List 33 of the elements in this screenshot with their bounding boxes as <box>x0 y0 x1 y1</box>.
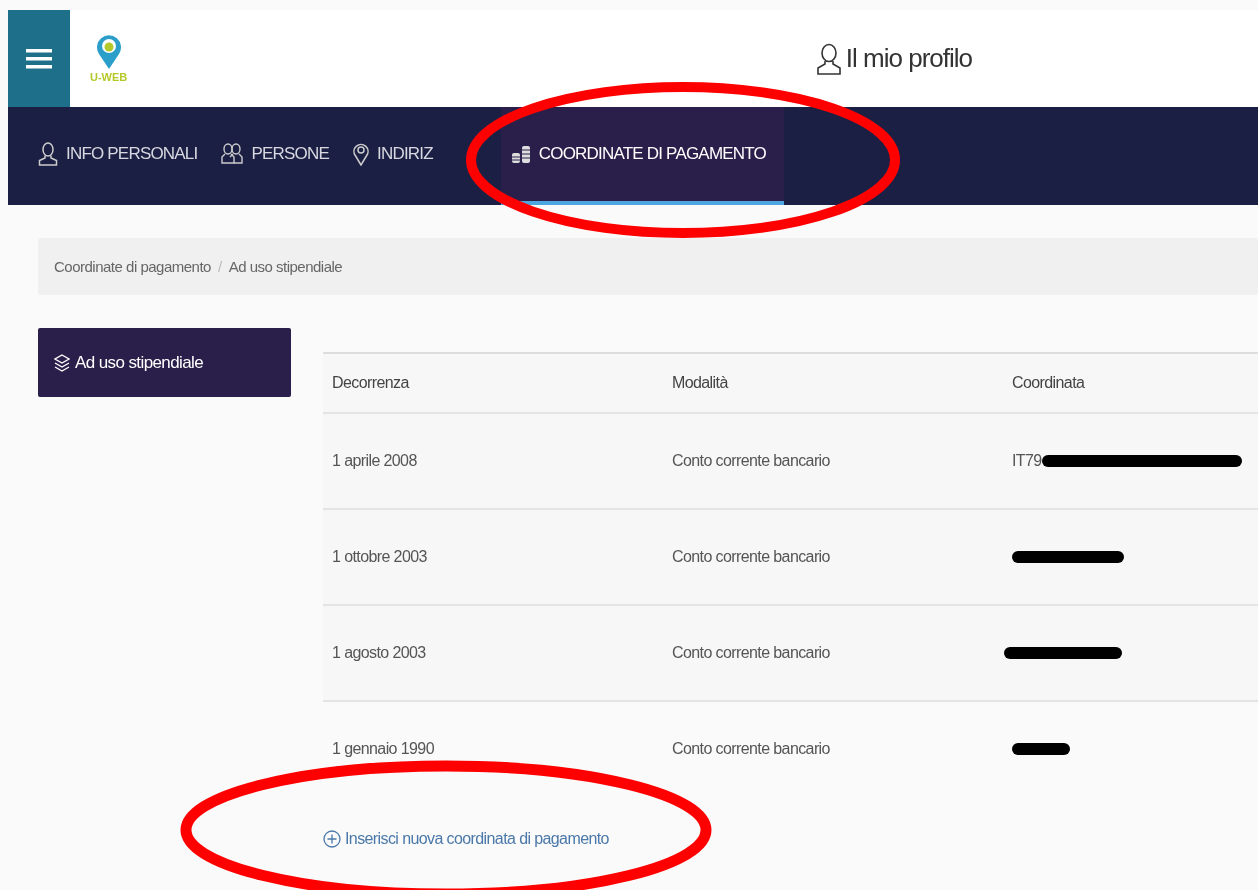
breadcrumb-current: Ad uso stipendiale <box>228 258 343 275</box>
breadcrumb-separator: / <box>217 258 222 275</box>
user-icon <box>38 142 58 166</box>
location-pin-icon <box>353 142 369 166</box>
nav-tab[interactable]: PERSONE <box>221 107 343 205</box>
profile-link[interactable]: Il mio profilo <box>815 10 972 107</box>
table-cell-text: Conto corrente bancario <box>672 548 831 566</box>
nav-tab[interactable]: COORDINATE DI PAGAMENTO <box>500 107 784 205</box>
sidebar-item[interactable]: Ad uso stipendiale <box>38 328 291 397</box>
table-cell-text: Conto corrente bancario <box>672 740 831 758</box>
table-cell-text: 1 aprile 2008 <box>332 452 418 470</box>
table-cell-text: 1 ottobre 2003 <box>332 548 428 566</box>
nav-tab[interactable]: INDIRIZ <box>353 107 447 205</box>
menu-icon <box>26 46 52 71</box>
layers-icon <box>54 353 70 372</box>
location-pin-icon <box>95 34 122 70</box>
table-cell-text: 1 agosto 2003 <box>332 644 427 662</box>
user-icon <box>815 42 842 75</box>
table-cell-text: Conto corrente bancario <box>672 644 831 662</box>
column-header: Modalità <box>672 374 730 392</box>
table-cell-text: 1 gennaio 1990 <box>332 740 435 758</box>
people-icon <box>221 143 244 165</box>
plus-circle-icon <box>323 830 341 848</box>
table-cell: IT79 <box>1012 452 1042 470</box>
column-header: Decorrenza <box>332 374 411 392</box>
breadcrumb-link[interactable]: Coordinate di pagamento <box>54 258 211 275</box>
logo-text: U-WEB <box>90 71 128 83</box>
add-payment-link[interactable]: Inserisci nuova coordinata di pagamento <box>323 830 609 848</box>
nav-tab[interactable]: INFO PERSONALI <box>38 107 212 205</box>
coins-icon <box>510 144 531 164</box>
table-cell-text: Conto corrente bancario <box>672 452 831 470</box>
column-header: Coordinata <box>1012 374 1086 392</box>
menu-button[interactable] <box>8 10 70 107</box>
